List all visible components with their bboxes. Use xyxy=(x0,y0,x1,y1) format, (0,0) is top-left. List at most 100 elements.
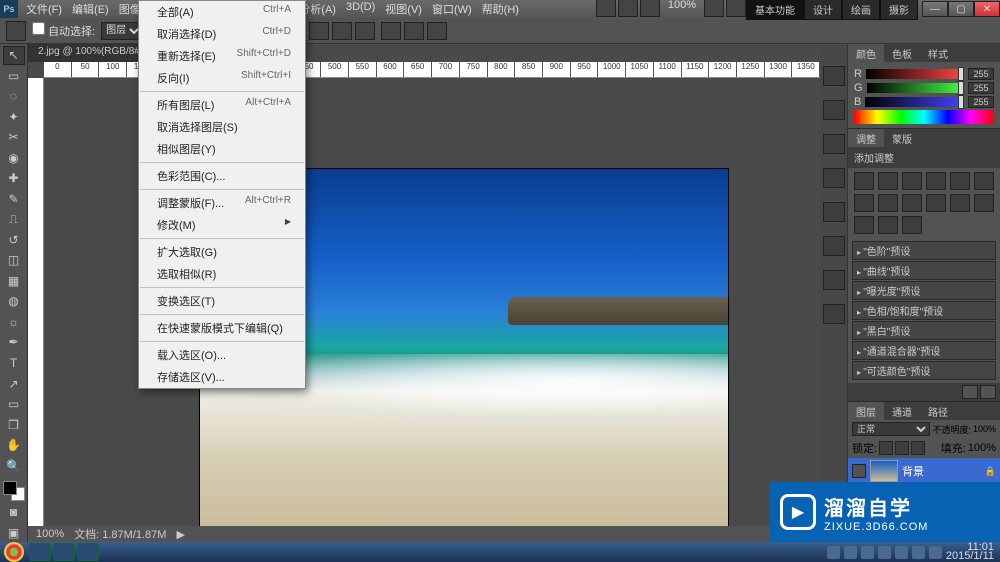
tool-type[interactable]: T xyxy=(3,354,25,373)
tool-marquee[interactable]: ▭ xyxy=(3,67,25,86)
tool-dodge[interactable]: ☼ xyxy=(3,313,25,332)
tool-stamp[interactable]: ⎍ xyxy=(3,210,25,229)
adj-invert-icon[interactable] xyxy=(950,194,970,212)
tool-move[interactable]: ↖ xyxy=(3,46,25,65)
menu-3d[interactable]: 3D(D) xyxy=(342,0,379,19)
preset-item[interactable]: "色相/饱和度"预设 xyxy=(852,301,996,320)
slider-r[interactable] xyxy=(866,69,964,79)
menu-item-选取相似(R)[interactable]: 选取相似(R) xyxy=(139,263,305,285)
mb-icon-5[interactable] xyxy=(726,0,746,17)
menu-item-调整蒙版(F)...[interactable]: 调整蒙版(F)...Alt+Ctrl+R xyxy=(139,192,305,214)
fill-value[interactable]: 100% xyxy=(968,442,996,454)
adj-grad-icon[interactable] xyxy=(878,216,898,234)
dist-icon-3[interactable] xyxy=(427,22,447,40)
layers-tab[interactable]: 图层 xyxy=(848,402,884,420)
adjust-tab[interactable]: 调整 xyxy=(848,129,884,147)
mask-tab[interactable]: 蒙版 xyxy=(884,129,920,147)
menu-item-所有图层(L)[interactable]: 所有图层(L)Alt+Ctrl+A xyxy=(139,94,305,116)
adj-footer-icon[interactable] xyxy=(962,385,978,399)
mb-icon-4[interactable] xyxy=(704,0,724,17)
lock-all-icon[interactable] xyxy=(911,441,925,455)
mb-zoom[interactable]: 100% xyxy=(662,0,702,19)
char-panel-icon[interactable] xyxy=(823,202,845,222)
menu-item-修改(M)[interactable]: 修改(M) xyxy=(139,214,305,236)
tray-icon[interactable] xyxy=(878,546,891,559)
swatches-tab[interactable]: 色板 xyxy=(884,44,920,62)
align-icon-4[interactable] xyxy=(309,22,329,40)
value-g[interactable]: 255 xyxy=(968,82,994,94)
menu-item-全部(A)[interactable]: 全部(A)Ctrl+A xyxy=(139,1,305,23)
slider-g[interactable] xyxy=(867,83,964,93)
workspace-paint[interactable]: 绘画 xyxy=(842,0,880,20)
auto-select-checkbox[interactable]: 自动选择: xyxy=(32,22,95,39)
tray-icon[interactable] xyxy=(844,546,857,559)
preset-item[interactable]: "色阶"预设 xyxy=(852,241,996,260)
preset-item[interactable]: "曲线"预设 xyxy=(852,261,996,280)
preset-item[interactable]: "通道混合器"预设 xyxy=(852,341,996,360)
preset-item[interactable]: "可选颜色"预设 xyxy=(852,361,996,380)
opacity-value[interactable]: 100% xyxy=(973,424,996,434)
adj-thresh-icon[interactable] xyxy=(854,216,874,234)
mb-icon-3[interactable] xyxy=(640,0,660,17)
preset-item[interactable]: "曝光度"预设 xyxy=(852,281,996,300)
tray-icon[interactable] xyxy=(912,546,925,559)
status-doc-size[interactable]: 文档: 1.87M/1.87M xyxy=(74,526,166,542)
adj-photo-icon[interactable] xyxy=(902,194,922,212)
preset-item[interactable]: "黑白"预设 xyxy=(852,321,996,340)
workspace-design[interactable]: 设计 xyxy=(804,0,842,20)
adj-bw-icon[interactable] xyxy=(878,194,898,212)
menu-item-扩大选取(G)[interactable]: 扩大选取(G) xyxy=(139,241,305,263)
actions-panel-icon[interactable] xyxy=(823,100,845,120)
quick-mask-toggle[interactable]: ◙ xyxy=(3,503,25,522)
value-r[interactable]: 255 xyxy=(968,68,994,80)
tray-icon[interactable] xyxy=(827,546,840,559)
tool-blur[interactable]: ◍ xyxy=(3,292,25,311)
color-spectrum[interactable] xyxy=(854,110,994,124)
menu-help[interactable]: 帮助(H) xyxy=(478,0,523,19)
document-tab[interactable]: 2.jpg @ 100%(RGB/8#) xyxy=(28,44,154,62)
menu-item-在快速蒙版模式下编辑(Q)[interactable]: 在快速蒙版模式下编辑(Q) xyxy=(139,317,305,339)
lock-pixels-icon[interactable] xyxy=(879,441,893,455)
menu-item-存储选区(V)...[interactable]: 存储选区(V)... xyxy=(139,366,305,388)
brush-panel-icon[interactable] xyxy=(823,134,845,154)
tool-shape[interactable]: ▭ xyxy=(3,395,25,414)
styles-tab[interactable]: 样式 xyxy=(920,44,956,62)
maximize-button[interactable]: ▢ xyxy=(948,1,974,17)
tool-crop[interactable]: ✂ xyxy=(3,128,25,147)
minimize-button[interactable]: — xyxy=(922,1,948,17)
adj-mixer-icon[interactable] xyxy=(926,194,946,212)
adj-curves-icon[interactable] xyxy=(902,172,922,190)
tool-eraser[interactable]: ◫ xyxy=(3,251,25,270)
current-tool-icon[interactable] xyxy=(6,21,26,41)
adj-select-icon[interactable] xyxy=(902,216,922,234)
menu-edit[interactable]: 编辑(E) xyxy=(68,0,113,19)
adj-levels-icon[interactable] xyxy=(878,172,898,190)
tool-brush[interactable]: ✎ xyxy=(3,190,25,209)
blend-mode-select[interactable]: 正常 xyxy=(852,422,930,436)
tray-icon[interactable] xyxy=(861,546,874,559)
dist-icon-1[interactable] xyxy=(381,22,401,40)
nav-panel-icon[interactable] xyxy=(823,270,845,290)
menu-window[interactable]: 窗口(W) xyxy=(428,0,476,19)
layer-thumbnail[interactable] xyxy=(870,460,898,482)
tray-icon[interactable] xyxy=(929,546,942,559)
layer-name[interactable]: 背景 xyxy=(902,463,924,479)
history-panel-icon[interactable] xyxy=(823,66,845,86)
mb-icon-2[interactable] xyxy=(618,0,638,17)
align-icon-5[interactable] xyxy=(332,22,352,40)
adj-balance-icon[interactable] xyxy=(854,194,874,212)
para-panel-icon[interactable] xyxy=(823,236,845,256)
taskbar-clock[interactable]: 11:012015/1/11 xyxy=(946,543,994,561)
layer-row[interactable]: 背景 🔒 xyxy=(848,458,1000,484)
menu-file[interactable]: 文件(F) xyxy=(22,0,66,19)
tool-hand[interactable]: ✋ xyxy=(3,436,25,455)
tool-eyedropper[interactable]: ◉ xyxy=(3,149,25,168)
color-swatch[interactable] xyxy=(3,481,25,501)
taskbar-app-1[interactable] xyxy=(29,543,51,561)
channels-tab[interactable]: 通道 xyxy=(884,402,920,420)
taskbar-app-3[interactable] xyxy=(77,543,99,561)
adj-exposure-icon[interactable] xyxy=(926,172,946,190)
tool-pen[interactable]: ✒ xyxy=(3,333,25,352)
menu-item-变换选区(T)[interactable]: 变换选区(T) xyxy=(139,290,305,312)
status-zoom[interactable]: 100% xyxy=(36,528,64,540)
